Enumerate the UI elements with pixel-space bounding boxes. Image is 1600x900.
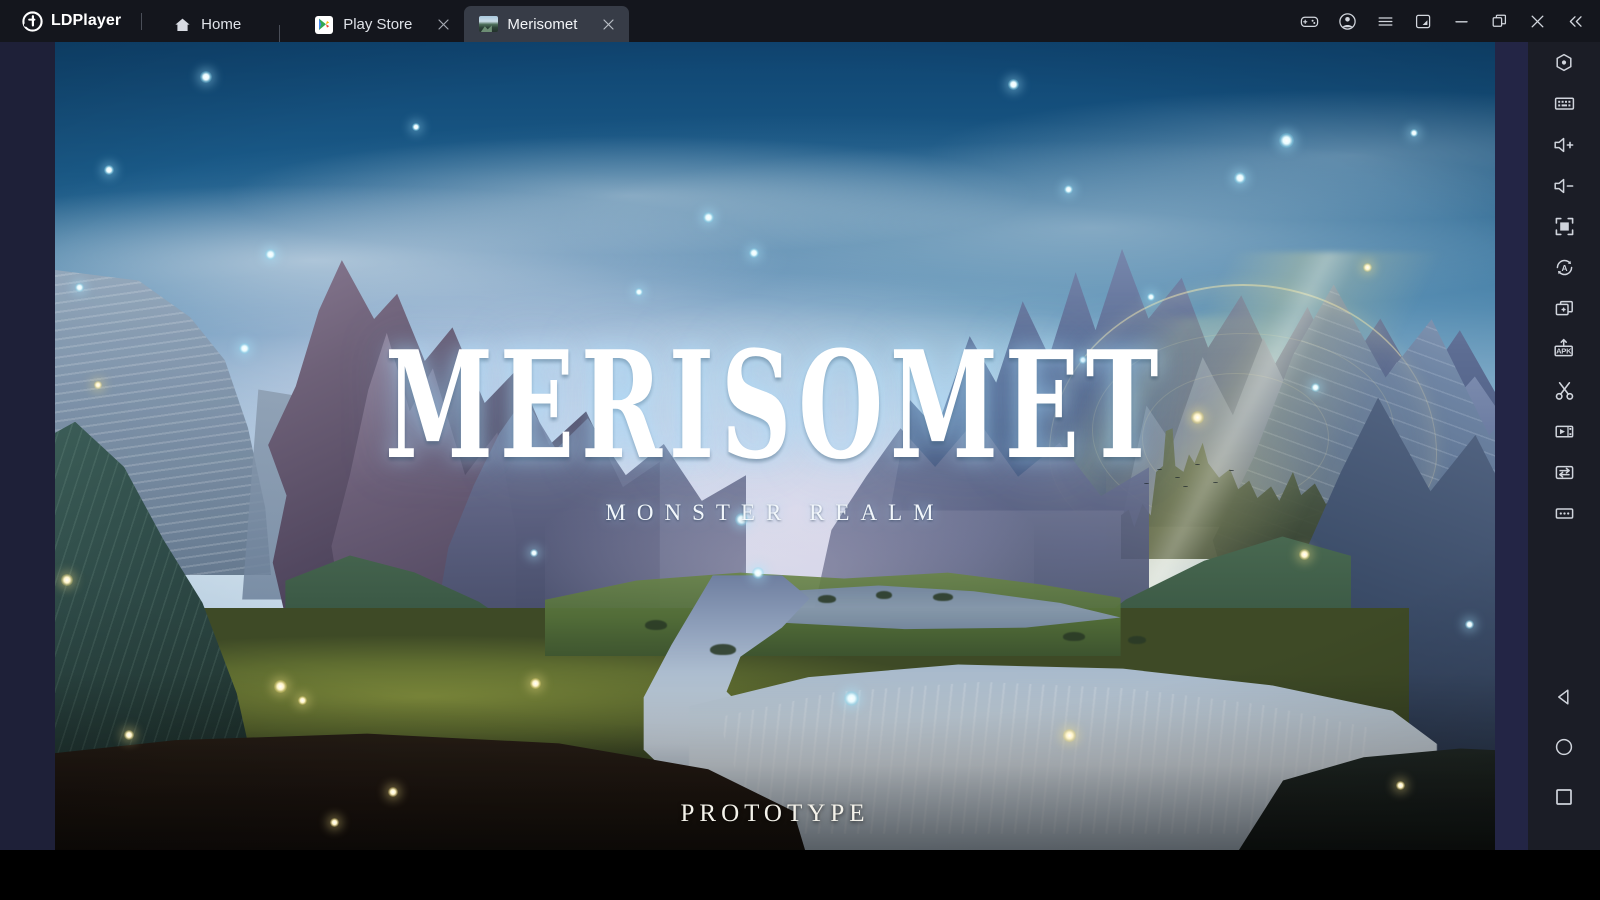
brand-divider (141, 12, 143, 30)
gamepad-icon[interactable] (1290, 0, 1328, 42)
side-toolbar: A APK (1528, 42, 1600, 850)
tab-merisomet-close-icon[interactable] (600, 16, 617, 33)
scene-firefly (1063, 728, 1076, 742)
tab-play-store-label: Play Store (343, 16, 413, 33)
game-screen[interactable]: MERISOMET MONSTER REALM PROTOTYPE (55, 42, 1495, 850)
scene-firefly (1310, 382, 1320, 392)
scissors-icon[interactable] (1528, 370, 1600, 411)
brand-name: LDPlayer (51, 12, 122, 29)
scene-firefly (330, 817, 340, 827)
window-controls (1290, 0, 1600, 42)
scene-firefly (75, 282, 85, 292)
brand-logo[interactable]: LDPlayer (0, 0, 121, 42)
ldplayer-logo-icon (22, 10, 43, 32)
frame-left (0, 42, 55, 850)
tab-merisomet-label: Merisomet (507, 15, 578, 33)
game-thumbnail-icon (478, 14, 498, 34)
tab-home-label: Home (201, 16, 242, 33)
hamburger-menu-icon[interactable] (1366, 0, 1404, 42)
account-icon[interactable] (1328, 0, 1366, 42)
scene-firefly (387, 786, 398, 797)
apk-install-icon[interactable]: APK (1528, 329, 1600, 370)
video-record-icon[interactable] (1528, 411, 1600, 452)
auto-rotate-icon[interactable]: A (1528, 247, 1600, 288)
emulator-body: MERISOMET MONSTER REALM PROTOTYPE (0, 42, 1600, 850)
scene-firefly (412, 122, 421, 131)
file-transfer-icon[interactable] (1528, 452, 1600, 493)
svg-text:A: A (1561, 263, 1567, 273)
tab-divider (279, 25, 281, 42)
maximize-icon[interactable] (1480, 0, 1518, 42)
scene-firefly (530, 677, 542, 689)
scene-firefly (1146, 293, 1155, 302)
tab-home[interactable]: Home (162, 7, 259, 42)
play-store-icon (314, 15, 334, 35)
svg-text:APK: APK (1556, 347, 1572, 356)
back-triangle-icon[interactable] (1528, 672, 1600, 722)
tab-play-store-close-icon[interactable] (435, 16, 452, 33)
bottom-bar (0, 850, 1600, 900)
scene-firefly (734, 513, 748, 527)
tab-merisomet[interactable]: Merisomet (464, 6, 630, 42)
title-bar: LDPlayer Home Play Store Merisomet (0, 0, 1600, 42)
ldplayer-window: LDPlayer Home Play Store Merisomet MERIS… (0, 0, 1600, 900)
fullscreen-icon[interactable] (1528, 206, 1600, 247)
scene-firefly (635, 287, 644, 296)
close-icon[interactable] (1518, 0, 1556, 42)
settings-hexagon-icon[interactable] (1528, 42, 1600, 83)
scene-firefly (844, 690, 860, 706)
ellipsis-icon[interactable] (1528, 493, 1600, 534)
home-circle-icon[interactable] (1528, 722, 1600, 772)
volume-down-icon[interactable] (1528, 165, 1600, 206)
home-icon (172, 15, 192, 35)
scene-vignette (55, 42, 1495, 850)
tab-play-store[interactable]: Play Store (300, 7, 464, 42)
scene-firefly (273, 679, 287, 693)
scene-firefly (1362, 263, 1372, 273)
scene-firefly (1395, 781, 1405, 791)
tab-strip: Home Play Store Merisomet (162, 0, 1290, 42)
multi-instance-icon[interactable] (1528, 288, 1600, 329)
scene-firefly (1464, 619, 1474, 629)
scene-firefly (265, 248, 277, 260)
frame-right (1495, 42, 1528, 850)
scene-firefly (1078, 355, 1087, 364)
scene-firefly (124, 729, 135, 740)
scene-firefly (103, 164, 114, 175)
recents-square-icon[interactable] (1528, 772, 1600, 822)
volume-up-icon[interactable] (1528, 124, 1600, 165)
keyboard-icon[interactable] (1528, 83, 1600, 124)
minimize-icon[interactable] (1442, 0, 1480, 42)
double-chevron-left-icon[interactable] (1556, 0, 1594, 42)
scene-firefly (703, 211, 714, 223)
open-external-icon[interactable] (1404, 0, 1442, 42)
